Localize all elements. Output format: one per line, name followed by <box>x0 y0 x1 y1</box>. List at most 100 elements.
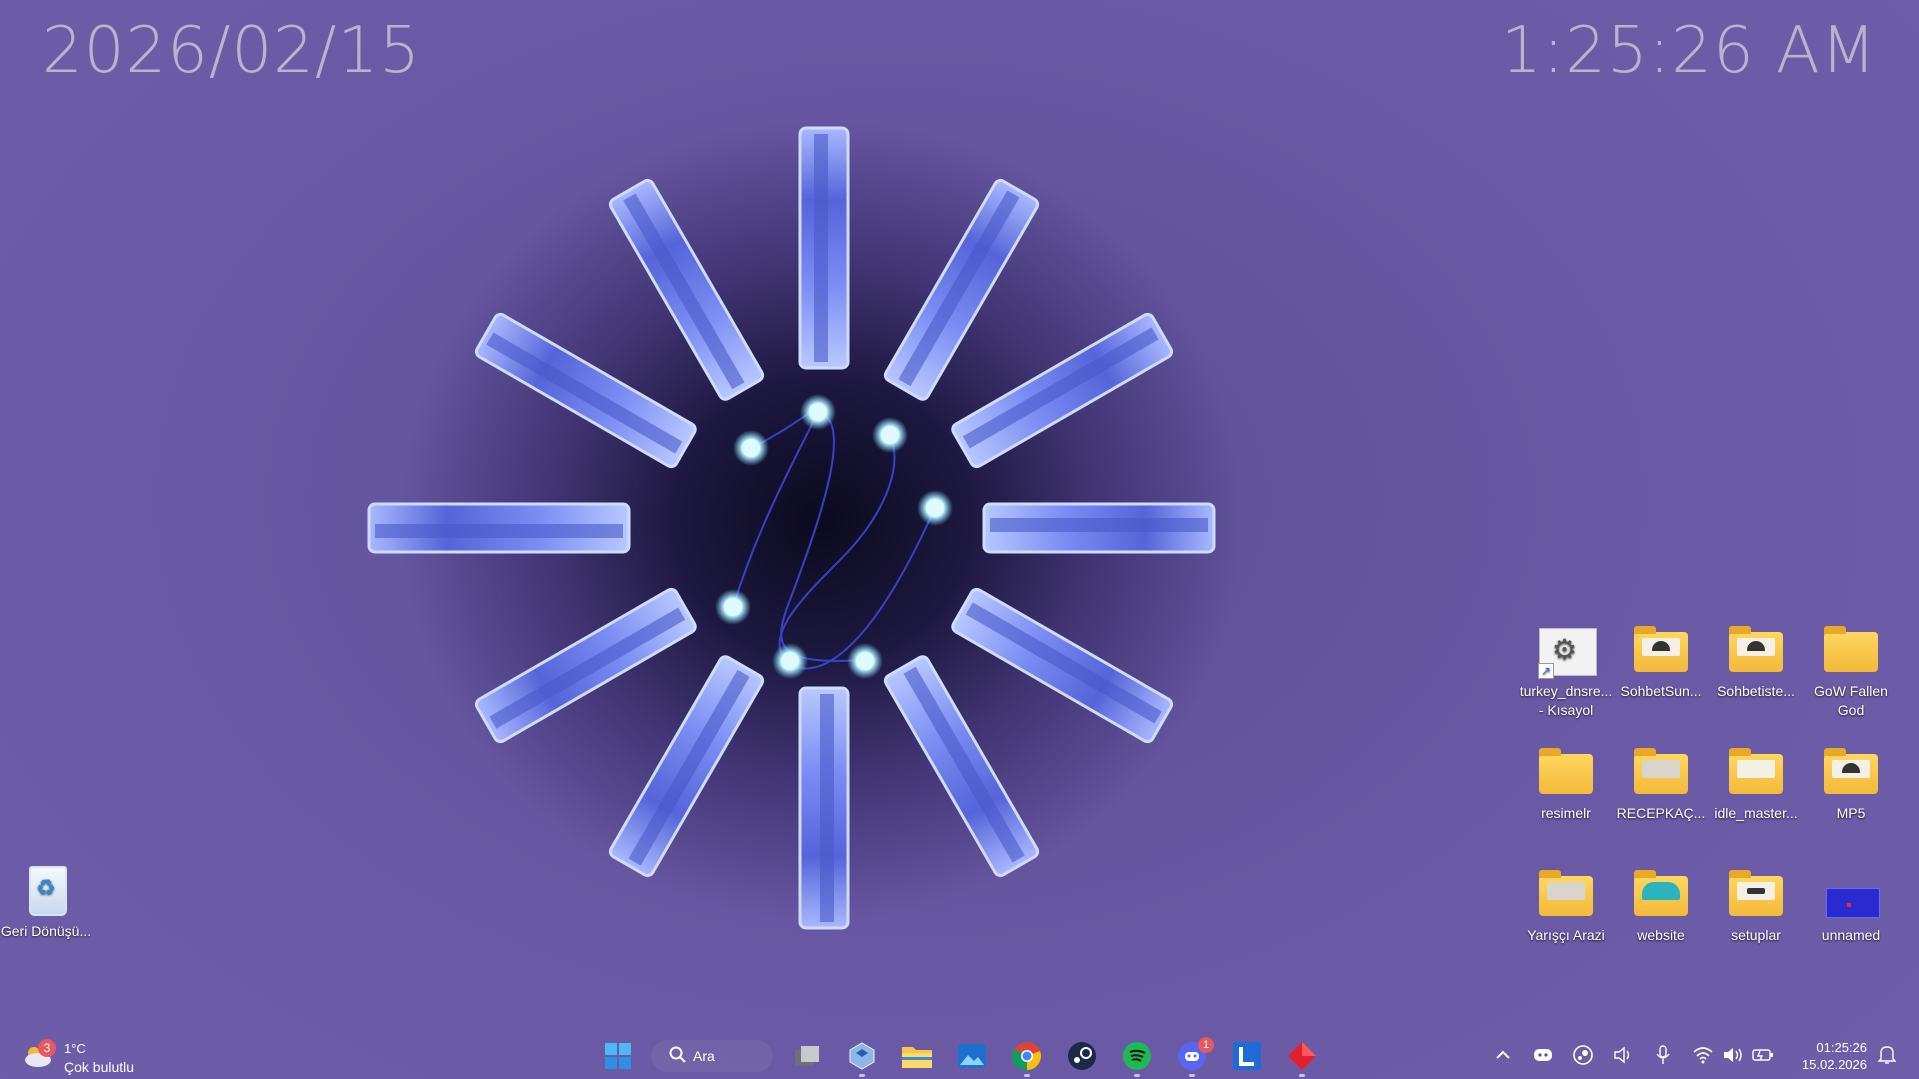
desktop-icon-setuplar[interactable]: setuplar <box>1706 866 1806 945</box>
crystal-shade <box>903 666 1025 863</box>
desktop-icon-label: RECEPKAÇ... <box>1616 805 1706 821</box>
folder-icon <box>902 1047 932 1068</box>
photos-icon <box>958 1044 986 1068</box>
desktop-icon-turkey-dnsre[interactable]: ⚙ ↗ turkey_dnsre... - Kısayol <box>1516 622 1616 720</box>
tray-battery-icon[interactable] <box>1750 1041 1776 1069</box>
desktop-icon-website[interactable]: website <box>1611 866 1711 945</box>
desktop-icon-yarisci-arazi[interactable]: Yarışçı Arazi <box>1516 866 1616 945</box>
desktop-icon-recycle-bin[interactable]: ♻ Geri Dönüşü... <box>0 862 96 941</box>
desktop-icon-unnamed[interactable]: unnamed <box>1801 866 1901 945</box>
weather-condition: Çok bulutlu <box>64 1059 135 1075</box>
desktop-icon-sohbetsun[interactable]: SohbetSun... <box>1611 622 1711 701</box>
desktop-icon-label: Sohbetiste... <box>1717 683 1795 699</box>
crystal-shade <box>814 134 828 362</box>
tray-time: 01:25:26 <box>1816 1040 1867 1055</box>
windows-logo-icon <box>605 1043 631 1069</box>
folder-icon <box>1725 622 1787 678</box>
search-box[interactable]: Ara <box>651 1040 773 1072</box>
discord-badge: 1 <box>1198 1037 1214 1053</box>
taskbar-discord[interactable]: 1 <box>1172 1037 1214 1077</box>
taskbar-steam[interactable] <box>1062 1039 1102 1073</box>
crystal-ring <box>367 126 1216 930</box>
folder-icon <box>1535 744 1597 800</box>
task-view-button[interactable] <box>787 1039 827 1073</box>
folder-icon <box>1820 622 1882 678</box>
desktop-icon-label: unnamed <box>1821 927 1881 943</box>
node-dot <box>881 426 899 444</box>
desktop-icon-label: SohbetSun... <box>1620 683 1702 699</box>
node-dot <box>742 439 760 457</box>
node-dot <box>926 499 944 517</box>
tray-clock[interactable]: 01:25:26 15.02.2026 <box>1802 1039 1867 1073</box>
tray-discord-icon[interactable] <box>1530 1041 1556 1069</box>
desktop-icon-gow-fallen-god[interactable]: GoW Fallen God <box>1801 622 1901 720</box>
weather-badge: 3 <box>38 1039 56 1057</box>
desktop-icon-label: turkey_dnsre... - Kısayol <box>1519 683 1613 718</box>
notification-bell-icon[interactable] <box>1874 1041 1900 1069</box>
node-dot <box>856 652 874 670</box>
desktop-icon-label: GoW Fallen God <box>1814 683 1888 718</box>
crystal-shade <box>990 518 1208 532</box>
chrome-icon <box>1012 1042 1041 1071</box>
tray-wifi-icon[interactable] <box>1690 1041 1716 1069</box>
image-icon <box>1820 866 1882 922</box>
taskbar-photos[interactable] <box>952 1039 992 1073</box>
desktop-icon-label: resimelr <box>1541 805 1591 821</box>
red-diamond-icon <box>1288 1042 1316 1070</box>
node-dot <box>809 403 827 421</box>
l-app-icon <box>1233 1042 1261 1070</box>
task-view-icon <box>795 1046 819 1066</box>
crystal-shade <box>375 524 623 538</box>
tray-chevron-icon[interactable] <box>1490 1041 1516 1069</box>
crystal-shade <box>965 602 1162 724</box>
tray-speaker-icon[interactable] <box>1610 1041 1636 1069</box>
folder-icon <box>1630 622 1692 678</box>
folder-icon <box>1725 866 1787 922</box>
folder-icon <box>1725 744 1787 800</box>
desktop-icon-label: idle_master... <box>1714 805 1798 821</box>
crystal-shade <box>820 694 834 922</box>
folder-icon <box>1630 744 1692 800</box>
taskbar-app-cube[interactable] <box>842 1039 882 1077</box>
settings-shortcut-icon: ⚙ ↗ <box>1535 622 1597 679</box>
desktop-icon-mp5[interactable]: MP5 <box>1801 744 1901 823</box>
desktop-icon-label: Yarışçı Arazi <box>1527 927 1605 943</box>
desktop-icon-label: Geri Dönüşü... <box>0 923 92 939</box>
taskbar-spotify[interactable] <box>1117 1039 1157 1077</box>
crystal-shade <box>628 669 750 866</box>
taskbar-l-app[interactable] <box>1227 1039 1267 1073</box>
desktop-icon-label: setuplar <box>1731 927 1781 943</box>
taskbar-red-app[interactable] <box>1282 1039 1322 1077</box>
crystal-shade <box>486 332 683 454</box>
folder-icon <box>1820 744 1882 800</box>
desktop-icon-recepkac[interactable]: RECEPKAÇ... <box>1611 744 1711 823</box>
tray-volume-icon[interactable] <box>1720 1041 1746 1069</box>
weather-temp: 1°C <box>64 1041 86 1056</box>
tray-microphone-icon[interactable] <box>1650 1041 1676 1069</box>
spotify-icon <box>1123 1042 1151 1070</box>
steam-icon <box>1068 1042 1096 1070</box>
start-button[interactable] <box>598 1039 638 1073</box>
crystal-shade <box>898 190 1020 387</box>
search-label: Ara <box>693 1048 715 1064</box>
folder-icon <box>1535 866 1597 922</box>
folder-icon <box>1630 866 1692 922</box>
node-dot <box>724 598 742 616</box>
desktop-icon-resimelr[interactable]: resimelr <box>1516 744 1616 823</box>
tray-date: 15.02.2026 <box>1801 1057 1867 1072</box>
recycle-bin-icon: ♻ <box>15 862 77 918</box>
desktop-icon-idle-master[interactable]: idle_master... <box>1706 744 1806 823</box>
desktop-icon-label: website <box>1637 927 1685 943</box>
crystal-shade <box>623 193 745 390</box>
taskbar-chrome[interactable] <box>1007 1039 1047 1077</box>
taskbar-file-explorer[interactable] <box>897 1039 937 1073</box>
node-dot <box>781 652 799 670</box>
crystal-shade <box>489 607 686 729</box>
tray-steam-icon[interactable] <box>1570 1041 1596 1069</box>
crystal-shade <box>962 327 1159 449</box>
taskbar: 3 1°C Çok bulutlu Ara 1 01:25:26 15.02.2… <box>0 1031 1919 1079</box>
search-icon <box>669 1046 686 1063</box>
cube-app-icon <box>849 1042 875 1070</box>
desktop-icon-label: MP5 <box>1836 805 1866 821</box>
desktop-icon-sohbetiste[interactable]: Sohbetiste... <box>1706 622 1806 701</box>
